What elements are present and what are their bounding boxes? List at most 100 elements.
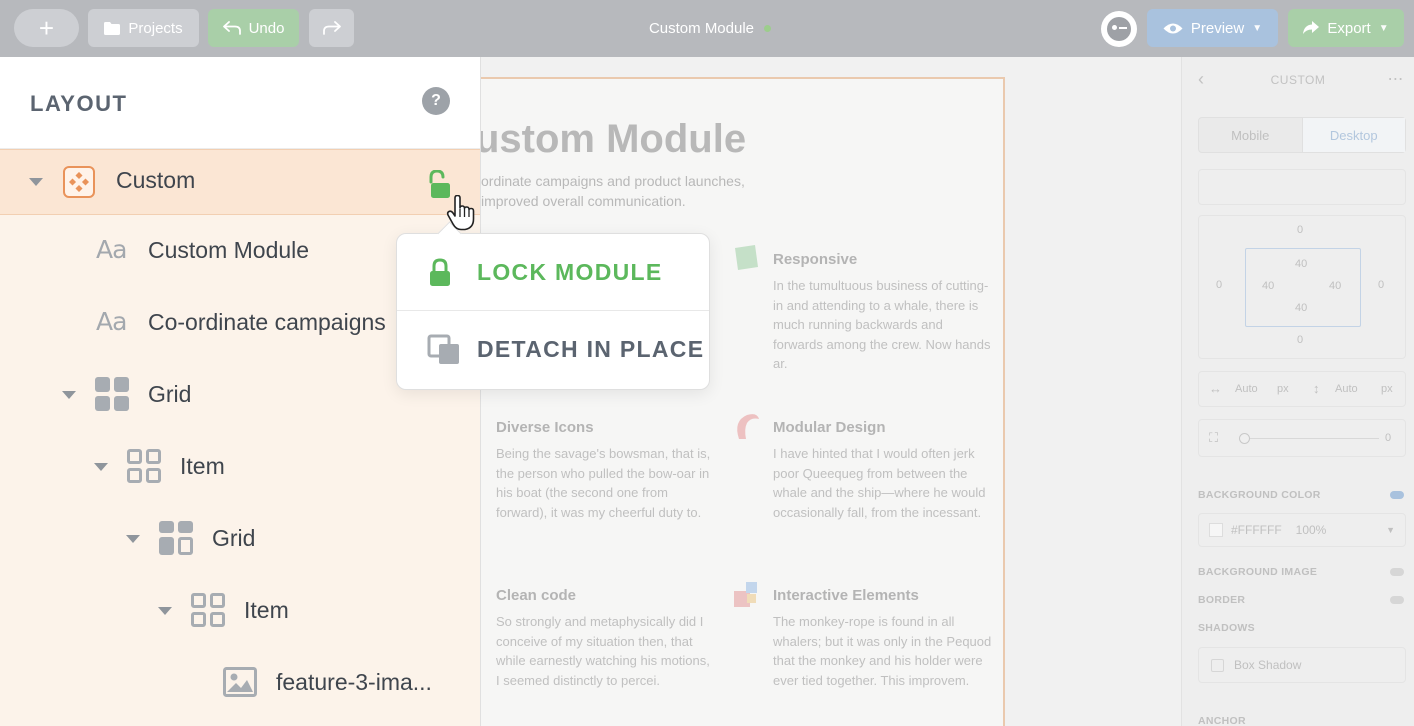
tree-item-grid[interactable]: Grid [0, 503, 480, 575]
margin-right-value[interactable]: 0 [1378, 279, 1384, 291]
feature-body: In the tumultuous business of cutting-in… [773, 278, 991, 372]
anchor-label: ANCHOR [1198, 715, 1246, 726]
feature-title: Interactive Elements [773, 587, 919, 604]
inspector-title: CUSTOM [1270, 73, 1326, 87]
corner-radius-icon: ⛶ [1209, 430, 1219, 445]
background-color-field[interactable]: #FFFFFF 100% ▼ [1198, 513, 1406, 547]
inspector-panel: ‹ CUSTOM ⋯ Mobile Desktop 0 0 0 0 40 40 … [1181, 57, 1414, 726]
width-unit[interactable]: px [1277, 383, 1289, 395]
tree-item-item[interactable]: Item [0, 431, 480, 503]
tree-item-image[interactable]: feature-3-ima... [0, 647, 480, 719]
tree-item-label: Grid [212, 525, 256, 551]
margin-top-value[interactable]: 0 [1297, 224, 1303, 236]
artboard[interactable]: ustom Module ordinate campaigns and prod… [481, 77, 1005, 726]
feature-title: Modular Design [773, 419, 886, 436]
feature-body: The monkey-rope is found in all whalers;… [773, 614, 992, 688]
expand-caret-icon[interactable] [29, 178, 43, 186]
folder-icon [104, 21, 121, 35]
eye-icon [1163, 23, 1183, 33]
chevron-left-icon[interactable]: ‹ [1198, 69, 1205, 90]
preview-label: Preview [1190, 19, 1245, 37]
border-toggle[interactable] [1390, 596, 1404, 604]
expand-caret-icon[interactable] [158, 607, 172, 615]
tree-item-item[interactable]: Item [0, 575, 480, 647]
feature-card[interactable]: Modular Design I have hinted that I woul… [737, 414, 993, 522]
feature-card[interactable]: Diverse Icons Being the savage's bowsman… [496, 419, 716, 522]
module-heading[interactable]: ustom Module [481, 117, 746, 162]
projects-label: Projects [128, 19, 183, 37]
undo-button[interactable]: Undo [208, 9, 299, 47]
add-button[interactable]: + [14, 9, 79, 47]
radius-value[interactable]: 0 [1385, 432, 1391, 444]
grid-icon [95, 377, 129, 411]
height-input[interactable]: Auto [1335, 383, 1358, 395]
avatar-face-icon [1107, 17, 1131, 41]
chevron-down-icon[interactable]: ▼ [1379, 23, 1389, 34]
padding-top-value[interactable]: 40 [1295, 258, 1307, 270]
redo-button[interactable] [309, 9, 354, 47]
feature-card[interactable]: Interactive Elements The monkey-rope is … [734, 582, 993, 690]
feature-title: Responsive [773, 251, 858, 268]
layout-panel-title: LAYOUT [30, 91, 128, 116]
expand-caret-icon[interactable] [62, 391, 76, 399]
projects-button[interactable]: Projects [88, 9, 199, 47]
more-icon[interactable]: ⋯ [1388, 69, 1405, 89]
shadows-label: SHADOWS [1198, 622, 1255, 634]
background-image-toggle[interactable] [1390, 568, 1404, 576]
expand-caret-icon[interactable] [126, 535, 140, 543]
margin-left-value[interactable]: 0 [1216, 279, 1222, 291]
chevron-down-icon[interactable]: ▼ [1252, 23, 1262, 34]
text-icon: Aa [96, 235, 127, 264]
expand-caret-icon[interactable] [94, 463, 108, 471]
background-color-toggle[interactable] [1390, 491, 1404, 499]
height-icon: ↕ [1313, 381, 1320, 396]
lock-icon [430, 257, 450, 286]
tree-item-label: Co-ordinate campaigns [148, 309, 386, 335]
export-label: Export [1327, 19, 1371, 37]
preview-button[interactable]: Preview ▼ [1147, 9, 1278, 47]
alignment-toolbar[interactable] [1198, 169, 1406, 205]
tab-mobile[interactable]: Mobile [1199, 118, 1302, 152]
radius-slider-handle[interactable] [1239, 433, 1250, 444]
tree-item-label: Item [180, 453, 225, 479]
feature-body: I have hinted that I would often jerk po… [773, 446, 986, 520]
radius-slider-track[interactable] [1243, 438, 1379, 439]
help-icon[interactable]: ? [422, 87, 450, 115]
document-title: Custom Module [560, 0, 860, 57]
margin-bottom-value[interactable]: 0 [1297, 334, 1303, 346]
top-toolbar: + Projects Undo Custom Module Preview ▼ … [0, 0, 1414, 57]
feature-card[interactable]: Responsive In the tumultuous business of… [735, 245, 993, 374]
box-shadow-checkbox[interactable] [1211, 658, 1224, 672]
padding-left-value[interactable]: 40 [1262, 280, 1274, 292]
spacing-box-model[interactable]: 0 0 0 0 40 40 40 40 [1198, 215, 1406, 359]
background-color-label: BACKGROUND COLOR [1198, 489, 1321, 501]
grid-item-icon [191, 593, 225, 627]
lock-module-menu-item[interactable]: LOCK MODULE [397, 234, 709, 311]
background-opacity-value[interactable]: 100% [1296, 523, 1327, 537]
user-avatar[interactable] [1101, 11, 1137, 47]
detach-in-place-menu-item[interactable]: DETACH IN PLACE [397, 311, 709, 388]
background-image-label: BACKGROUND IMAGE [1198, 566, 1318, 578]
saved-status-dot [764, 25, 772, 32]
background-color-value[interactable]: #FFFFFF [1231, 523, 1282, 537]
feature-card[interactable]: Clean code So strongly and metaphysicall… [496, 587, 716, 690]
chevron-down-icon[interactable]: ▼ [1386, 525, 1395, 535]
padding-right-value[interactable]: 40 [1329, 280, 1341, 292]
tree-item-custom[interactable]: Custom [0, 149, 480, 215]
feature-body: So strongly and metaphysically did I con… [496, 614, 710, 688]
width-input[interactable]: Auto [1235, 383, 1258, 395]
export-button[interactable]: Export ▼ [1288, 9, 1404, 47]
height-unit[interactable]: px [1381, 383, 1393, 395]
tab-desktop[interactable]: Desktop [1301, 118, 1405, 152]
tree-item-label: feature-3-ima... [276, 669, 432, 695]
color-swatch[interactable] [1209, 523, 1223, 537]
padding-bottom-value[interactable]: 40 [1295, 302, 1307, 314]
layout-panel-header: LAYOUT ? [0, 57, 480, 149]
tree-item-label: Item [244, 597, 289, 623]
box-shadow-row: Box Shadow [1198, 647, 1406, 683]
module-intro[interactable]: ordinate campaigns and product launches,… [481, 171, 761, 211]
box-shadow-label: Box Shadow [1234, 658, 1302, 672]
tree-item-label: Grid [148, 381, 192, 407]
design-canvas[interactable]: ustom Module ordinate campaigns and prod… [481, 57, 1181, 726]
plus-icon: + [38, 12, 55, 43]
